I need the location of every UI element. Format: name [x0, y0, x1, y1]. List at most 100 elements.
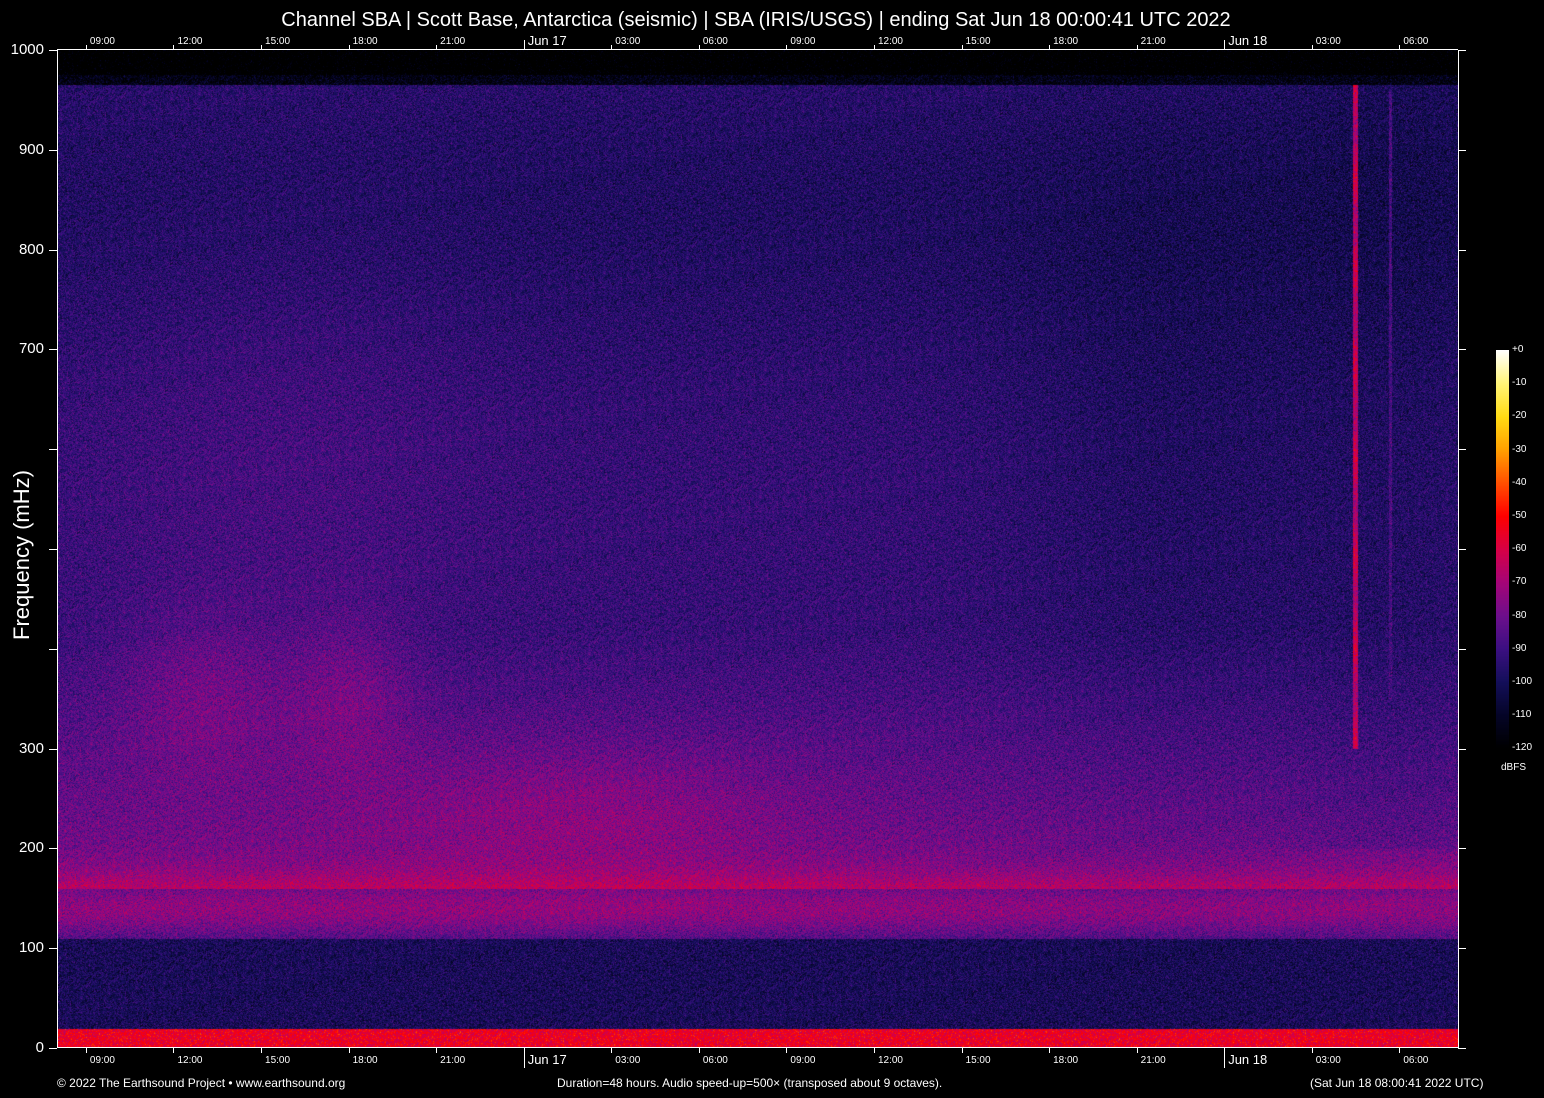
- x-tick-label-bottom: 15:00: [965, 1055, 991, 1066]
- x-tick-label-top: 18:00: [352, 36, 378, 47]
- x-tick-label-top: 09:00: [89, 36, 115, 47]
- footer-timestamp: (Sat Jun 18 08:00:41 2022 UTC): [1310, 1076, 1484, 1090]
- x-tick-label-top: Jun 18: [1228, 33, 1268, 48]
- x-tick-bottom: [698, 1048, 700, 1053]
- x-tick-top: [1049, 45, 1051, 50]
- x-tick-label-top: Jun 17: [527, 33, 567, 48]
- colorbar-tick-label: -100: [1512, 676, 1533, 687]
- x-tick-label-bottom: 12:00: [877, 1055, 903, 1066]
- y-tick-left: [49, 249, 57, 251]
- x-tick-top: [786, 45, 788, 50]
- colorbar: [1496, 350, 1509, 748]
- x-tick-label-bottom: 09:00: [790, 1055, 816, 1066]
- y-tick-left: [49, 648, 57, 650]
- y-tick-right: [1458, 549, 1466, 550]
- y-tick-left: [49, 449, 57, 451]
- y-tick-right: [1458, 948, 1466, 950]
- y-tick-label: 700: [18, 340, 44, 358]
- y-tick-left: [49, 349, 57, 351]
- top-axis-line: [57, 49, 1458, 50]
- x-tick-label-top: 03:00: [1315, 36, 1341, 47]
- x-tick-top: [1399, 45, 1401, 50]
- y-tick-label: 1000: [10, 41, 44, 58]
- x-tick-label-bottom: 18:00: [1053, 1055, 1079, 1066]
- colorbar-tick-label: -110: [1512, 709, 1532, 721]
- x-tick-bottom: [1399, 1048, 1401, 1053]
- y-tick-left: [49, 848, 57, 850]
- x-tick-label-bottom: 18:00: [352, 1055, 378, 1066]
- x-tick-label-bottom: 06:00: [702, 1055, 728, 1066]
- x-tick-top: [1311, 45, 1313, 50]
- y-tick-right: [1458, 50, 1466, 51]
- x-tick-top: [436, 45, 438, 50]
- x-tick-top: [173, 45, 175, 50]
- y-tick-label: 300: [18, 739, 44, 757]
- y-tick-left: [49, 50, 57, 51]
- y-tick-right: [1458, 648, 1466, 650]
- x-tick-label-bottom: 21:00: [1140, 1055, 1166, 1066]
- y-tick-left: [49, 549, 57, 550]
- x-tick-bottom: [1049, 1048, 1051, 1053]
- plot-frame: [57, 50, 1458, 1048]
- x-tick-bottom: [961, 1048, 963, 1053]
- x-tick-label-bottom: 03:00: [615, 1055, 641, 1066]
- y-tick-right: [1458, 449, 1466, 451]
- x-tick-label-bottom: 15:00: [265, 1055, 291, 1066]
- colorbar-tick-label: +0: [1512, 344, 1524, 355]
- colorbar-tick-label: -20: [1512, 410, 1527, 422]
- x-tick-label-top: 15:00: [265, 36, 291, 47]
- x-tick-label-top: 18:00: [1053, 36, 1079, 47]
- y-tick-left: [49, 948, 57, 950]
- colorbar-tick-label: -30: [1512, 443, 1527, 455]
- x-tick-bottom: [786, 1048, 788, 1053]
- y-tick-label: 100: [18, 939, 44, 957]
- x-tick-label-bottom: 03:00: [1315, 1055, 1341, 1066]
- footer-duration: Duration=48 hours. Audio speed-up=500× (…: [557, 1076, 943, 1090]
- colorbar-tick-label: -50: [1512, 510, 1527, 521]
- x-tick-bottom: [1136, 1048, 1138, 1053]
- x-tick-bottom: [873, 1048, 875, 1053]
- x-tick-top: [873, 45, 875, 50]
- y-tick-left: [49, 149, 57, 151]
- colorbar-tick-label: -10: [1512, 377, 1527, 389]
- y-tick-right: [1458, 249, 1466, 251]
- x-tick-bottom: [173, 1048, 175, 1053]
- y-tick-left: [49, 748, 57, 750]
- x-tick-label-top: 12:00: [177, 36, 203, 47]
- y-tick-right: [1458, 149, 1466, 151]
- x-tick-label-top: 03:00: [615, 36, 641, 47]
- colorbar-tick-label: -70: [1512, 576, 1527, 588]
- x-tick-top: [1224, 40, 1226, 50]
- x-tick-bottom: [611, 1048, 613, 1053]
- y-tick-right: [1458, 748, 1466, 750]
- x-tick-label-bottom: Jun 17: [527, 1052, 567, 1067]
- y-tick-right: [1458, 349, 1466, 351]
- y-tick-right: [1458, 1048, 1466, 1049]
- x-tick-top: [961, 45, 963, 50]
- x-tick-top: [611, 45, 613, 50]
- colorbar-tick-label: -90: [1512, 642, 1527, 654]
- x-tick-label-top: 06:00: [1403, 36, 1429, 47]
- x-tick-bottom: [1224, 1048, 1226, 1068]
- x-tick-top: [523, 40, 525, 50]
- y-tick-label: 200: [18, 839, 44, 857]
- y-tick-label: 900: [18, 140, 44, 158]
- x-tick-bottom: [261, 1048, 263, 1053]
- y-tick-right: [1458, 848, 1466, 850]
- x-tick-top: [348, 45, 350, 50]
- chart-title: Channel SBA | Scott Base, Antarctica (se…: [281, 9, 1231, 31]
- x-tick-label-top: 12:00: [877, 36, 903, 47]
- x-tick-label-top: 21:00: [1140, 36, 1166, 47]
- x-tick-label-bottom: 12:00: [177, 1055, 203, 1066]
- x-tick-label-bottom: 06:00: [1403, 1055, 1429, 1066]
- x-tick-label-top: 06:00: [702, 36, 728, 47]
- x-tick-bottom: [523, 1048, 525, 1068]
- x-tick-label-top: 21:00: [440, 36, 466, 47]
- x-tick-bottom: [85, 1048, 87, 1053]
- x-tick-top: [261, 45, 263, 50]
- colorbar-tick-label: -120: [1512, 742, 1533, 754]
- x-tick-label-bottom: 21:00: [440, 1055, 466, 1066]
- x-tick-top: [85, 45, 87, 50]
- x-tick-label-top: 09:00: [790, 36, 816, 47]
- colorbar-tick-label: -40: [1512, 476, 1527, 488]
